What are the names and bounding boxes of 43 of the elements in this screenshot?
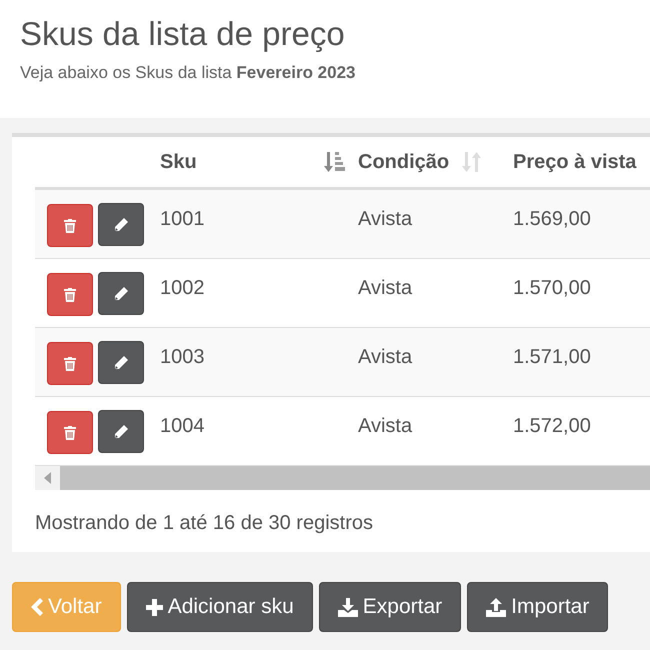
table-cell: 1001	[160, 208, 204, 230]
edit-button[interactable]	[98, 203, 144, 246]
table-cell: 1.570,00	[513, 277, 591, 299]
table-cell: Avista	[358, 277, 412, 299]
horizontal-scrollbar[interactable]	[35, 466, 650, 490]
pencil-icon	[113, 354, 129, 370]
import-button[interactable]: Importar	[467, 582, 608, 632]
table-cell: 1002	[160, 277, 204, 299]
table-cell: 1004	[160, 415, 204, 437]
page-subtitle: Veja abaixo os Skus da lista Fevereiro 2023	[20, 62, 357, 84]
edit-button[interactable]	[98, 410, 144, 453]
table-cell: 1003	[160, 346, 204, 368]
trash-icon	[64, 426, 76, 440]
pencil-icon	[113, 286, 129, 302]
pencil-icon	[113, 216, 129, 232]
download-icon	[338, 598, 358, 616]
column-header[interactable]: Condição	[358, 147, 450, 177]
table-cell: Avista	[358, 415, 412, 437]
add-button[interactable]: Adicionar sku	[126, 582, 313, 632]
table-cell: 1.572,00	[513, 415, 591, 437]
table-cell: Avista	[358, 208, 412, 230]
delete-button[interactable]	[47, 273, 93, 316]
table-cell: 1.569,00	[513, 208, 591, 230]
column-header[interactable]: Sku	[160, 147, 197, 177]
chevron-left-icon	[31, 598, 43, 616]
plus-icon	[146, 598, 163, 616]
delete-button[interactable]	[47, 204, 93, 247]
edit-button[interactable]	[98, 341, 144, 384]
column-header: Preço à vista	[513, 150, 636, 175]
delete-button[interactable]	[47, 411, 93, 454]
trash-icon	[64, 288, 76, 302]
sort-icon[interactable]	[324, 151, 346, 173]
pencil-icon	[113, 424, 129, 440]
edit-button[interactable]	[98, 272, 144, 315]
table-cell: 1.571,00	[513, 346, 591, 368]
delete-button[interactable]	[47, 342, 93, 385]
table-cell: Avista	[358, 346, 412, 368]
page-title: Skus da lista de preço	[20, 14, 346, 54]
records-info: Mostrando de 1 até 16 de 30 registros	[35, 511, 374, 536]
upload-icon	[486, 598, 506, 616]
export-button[interactable]: Exportar	[318, 582, 462, 632]
trash-icon	[64, 356, 76, 370]
trash-icon	[64, 218, 76, 232]
